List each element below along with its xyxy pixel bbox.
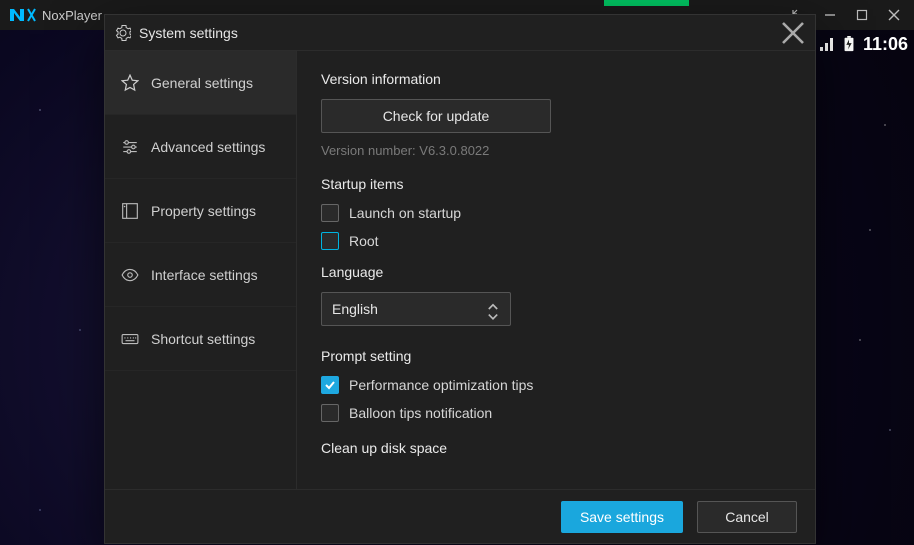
perf-tips-label: Performance optimization tips xyxy=(349,377,533,393)
settings-content: Version information Check for update Ver… xyxy=(297,51,815,489)
balloon-tips-row[interactable]: Balloon tips notification xyxy=(321,404,791,422)
cancel-label: Cancel xyxy=(725,509,769,525)
launch-on-startup-row[interactable]: Launch on startup xyxy=(321,204,791,222)
root-row[interactable]: Root xyxy=(321,232,791,250)
status-time: 11:06 xyxy=(863,34,908,55)
accent-strip xyxy=(604,0,689,6)
app-title: NoxPlayer xyxy=(42,8,102,23)
perf-tips-checkbox[interactable] xyxy=(321,376,339,394)
sidebar-item-label: General settings xyxy=(151,75,253,91)
sidebar-item-interface[interactable]: Interface settings xyxy=(105,243,296,307)
save-settings-button[interactable]: Save settings xyxy=(561,501,683,533)
chevron-updown-icon xyxy=(486,302,500,316)
check-update-button[interactable]: Check for update xyxy=(321,99,551,133)
app-window: NoxPlayer ⋯ 11:06 xyxy=(0,0,914,545)
balloon-tips-label: Balloon tips notification xyxy=(349,405,492,421)
balloon-tips-checkbox[interactable] xyxy=(321,404,339,422)
settings-sidebar: General settings Advanced settings Prope… xyxy=(105,51,297,489)
section-title-language: Language xyxy=(321,264,791,280)
section-title-startup: Startup items xyxy=(321,176,791,192)
section-title-prompt: Prompt setting xyxy=(321,348,791,364)
sidebar-item-general[interactable]: General settings xyxy=(105,51,296,115)
perf-tips-row[interactable]: Performance optimization tips xyxy=(321,376,791,394)
info-panel-icon xyxy=(121,202,139,220)
cancel-button[interactable]: Cancel xyxy=(697,501,797,533)
gear-icon xyxy=(115,25,131,41)
close-icon xyxy=(781,21,805,45)
sidebar-item-label: Advanced settings xyxy=(151,139,265,155)
sidebar-item-advanced[interactable]: Advanced settings xyxy=(105,115,296,179)
sidebar-item-label: Property settings xyxy=(151,203,256,219)
checkmark-icon xyxy=(324,379,336,391)
launch-on-startup-checkbox[interactable] xyxy=(321,204,339,222)
minimize-icon xyxy=(824,9,836,21)
battery-icon xyxy=(841,36,857,52)
version-number-text: Version number: V6.3.0.8022 xyxy=(321,143,791,158)
dialog-header: System settings xyxy=(105,15,815,51)
sidebar-item-label: Shortcut settings xyxy=(151,331,255,347)
settings-dialog: System settings General settings Advance… xyxy=(104,14,816,544)
launch-on-startup-label: Launch on startup xyxy=(349,205,461,221)
minimize-button[interactable] xyxy=(814,0,846,30)
sidebar-item-property[interactable]: Property settings xyxy=(105,179,296,243)
eye-icon xyxy=(121,266,139,284)
sliders-icon xyxy=(121,138,139,156)
sidebar-item-label: Interface settings xyxy=(151,267,258,283)
close-icon xyxy=(888,9,900,21)
maximize-icon xyxy=(856,9,868,21)
section-title-version: Version information xyxy=(321,71,791,87)
root-checkbox[interactable] xyxy=(321,232,339,250)
maximize-button[interactable] xyxy=(846,0,878,30)
root-label: Root xyxy=(349,233,379,249)
section-title-cleanup: Clean up disk space xyxy=(321,440,791,456)
dialog-body: General settings Advanced settings Prope… xyxy=(105,51,815,489)
app-logo: NoxPlayer xyxy=(8,7,102,23)
close-button[interactable] xyxy=(878,0,910,30)
sidebar-item-shortcut[interactable]: Shortcut settings xyxy=(105,307,296,371)
nox-logo-icon xyxy=(8,7,36,23)
dialog-close-button[interactable] xyxy=(781,21,805,45)
dialog-footer: Save settings Cancel xyxy=(105,489,815,543)
language-select[interactable]: English xyxy=(321,292,511,326)
check-update-label: Check for update xyxy=(383,108,490,124)
star-icon xyxy=(121,74,139,92)
language-selected-value: English xyxy=(332,301,378,317)
keyboard-icon xyxy=(121,330,139,348)
signal-icon xyxy=(819,36,835,52)
dialog-title: System settings xyxy=(139,25,238,41)
save-settings-label: Save settings xyxy=(580,509,664,525)
